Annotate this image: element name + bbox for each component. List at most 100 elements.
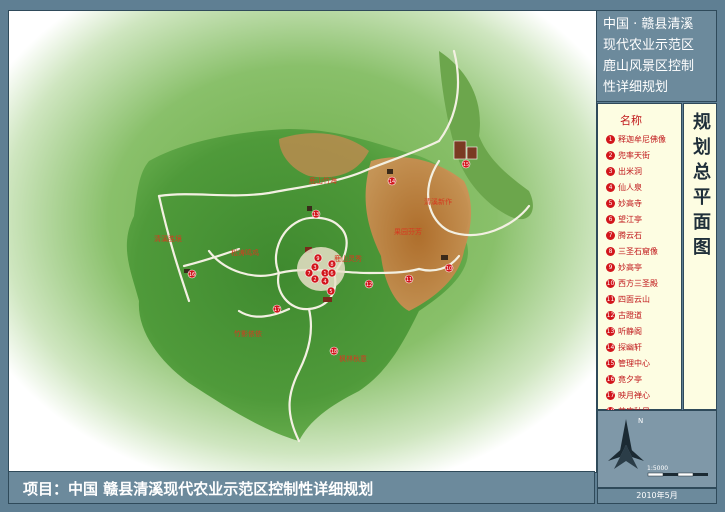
project-title-bar: 项目：中国 赣县清溪现代农业示范区控制性详细规划 [8,471,595,504]
title-line: 鹿山风景区控制 [603,59,695,74]
map-marker: 10 [444,263,454,273]
legend-item-label: 释迦牟尼佛像 [618,134,666,144]
map-marker: 9 [313,253,323,263]
map-marker: 7 [304,268,314,278]
project-title: 项目：中国 赣县清溪现代农业示范区控制性详细规划 [23,480,374,498]
site-plan-map: 鹿山竹海 清溪新作 鹿山灵秀 松涛鸣鸡 清溪胜境 果园芬芳 竹影依依 枫林秋意 … [9,11,596,472]
legend-number-badge: 8 [606,246,615,256]
map-marker-number: 14 [389,179,395,185]
legend-number-badge: 16 [606,374,615,384]
legend-number-badge: 10 [606,278,615,288]
legend-item: 5 妙高寺 [606,195,666,211]
legend-number-badge: 3 [606,166,615,176]
map-marker-number: 6 [330,271,333,277]
legend-item-label: 妙高寺 [618,198,642,208]
legend-item-label: 西方三圣殿 [618,278,658,288]
legend-item: 15 管理中心 [606,355,666,371]
legend-item-label: 仙人泉 [618,182,642,192]
map-marker-number: 13 [313,212,319,218]
legend-item: 2 兜率天街 [606,147,666,163]
date-label: 2010年5月 [597,488,717,504]
title-line: 性详细规划 [603,80,669,95]
legend-number-badge: 6 [606,214,615,224]
legend-number-badge: 1 [606,134,615,144]
legend-number-badge: 14 [606,342,615,352]
legend-item-label: 望江亭 [618,214,642,224]
map-marker-number: 18 [331,349,337,355]
legend-item-label: 出米洞 [618,166,642,176]
legend-item-label: 兜率天街 [618,150,650,160]
scale-bar [647,472,708,477]
map-marker: 5 [326,286,336,296]
legend-item-label: 探幽轩 [618,342,642,352]
map-marker: 6 [327,268,337,278]
summit-plaza [297,247,345,291]
map-marker-number: 9 [316,256,319,262]
legend-number-badge: 9 [606,262,615,272]
map-marker-number: 10 [446,266,452,272]
map-marker-number: 7 [307,271,310,277]
map-marker: 14 [387,176,397,186]
map-label-west: 清溪胜境 [154,234,182,243]
legend-item-label: 四面云山 [618,294,650,304]
title-line: 现代农业示范区 [603,38,695,53]
legend-item-label: 映月禅心 [618,390,650,400]
map-panel: 鹿山竹海 清溪新作 鹿山灵秀 松涛鸣鸡 清溪胜境 果园芬芳 竹影依依 枫林秋意 … [8,10,597,473]
legend-item: 1 释迦牟尼佛像 [606,131,666,147]
plan-title: 规划总平面图 [690,112,711,262]
legend-item: 4 仙人泉 [606,179,666,195]
map-marker: 4 [320,276,330,286]
scale-label: 1:5000 [647,465,669,472]
legend-list: 1 释迦牟尼佛像 2 兜率天街 3 出米洞 4 仙人泉 5 妙高寺 6 望江亭 7 腾云石 8 三圣石窟像 9 妙… [606,131,666,419]
legend-panel: 名称 1 释迦牟尼佛像 2 兜率天街 3 出米洞 4 仙人泉 5 妙高寺 6 望江亭 7 腾云石 8 三圣石窟… [597,103,682,416]
legend-number-badge: 11 [606,294,615,304]
compass-panel: N [597,410,717,488]
legend-item: 14 探幽轩 [606,339,666,355]
map-marker: 11 [404,274,414,284]
legend-number-badge: 12 [606,310,615,320]
legend-item-label: 管理中心 [618,358,650,368]
legend-item: 9 妙高亭 [606,259,666,275]
legend-number-badge: 4 [606,182,615,192]
map-marker: 2 [310,274,320,284]
legend-item-label: 三圣石窟像 [618,246,658,256]
legend-number-badge: 7 [606,230,615,240]
legend-item: 11 四面云山 [606,291,666,307]
map-marker: 15 [461,159,471,169]
legend-item-label: 听静阁 [618,326,642,336]
map-marker-number: 5 [329,289,332,295]
title-block: 中国 · 赣县清溪 现代农业示范区 鹿山风景区控制 性详细规划 [596,10,717,102]
legend-item: 10 西方三圣殿 [606,275,666,291]
legend-item: 13 听静阁 [606,323,666,339]
legend-item: 8 三圣石窟像 [606,243,666,259]
legend-item-label: 妙高亭 [618,262,642,272]
legend-number-badge: 13 [606,326,615,336]
map-label-slope: 松涛鸣鸡 [231,248,259,257]
legend-item: 12 古蹬道 [606,307,666,323]
legend-number-badge: 5 [606,198,615,208]
map-marker-number: 15 [463,162,469,168]
plan-title-panel: 规划总平面图 [683,103,717,410]
map-marker-number: 8 [330,262,333,268]
map-marker-number: 17 [274,307,280,313]
legend-item: 6 望江亭 [606,211,666,227]
svg-text:N: N [638,417,643,425]
map-marker: 16 [187,269,197,279]
legend-number-badge: 15 [606,358,615,368]
map-marker: 3 [310,262,320,272]
map-label-southwest: 竹影依依 [234,329,262,338]
map-label-south: 枫林秋意 [339,354,367,363]
map-label-bamboo: 鹿山竹海 [309,176,337,185]
map-marker-number: 3 [313,265,316,271]
title-line: 中国 · 赣县清溪 [603,17,694,32]
map-marker-number: 4 [323,279,326,285]
legend-item: 3 出米洞 [606,163,666,179]
map-marker: 12 [364,279,374,289]
legend-number-badge: 2 [606,150,615,160]
map-label-scenic-top: 鹿山灵秀 [334,254,362,263]
map-marker: 8 [327,259,337,269]
legend-item: 17 映月禅心 [606,387,666,403]
map-label-fruit: 清溪新作 [424,197,452,206]
map-marker-number: 11 [406,277,412,283]
map-marker-number: 1 [323,271,326,277]
